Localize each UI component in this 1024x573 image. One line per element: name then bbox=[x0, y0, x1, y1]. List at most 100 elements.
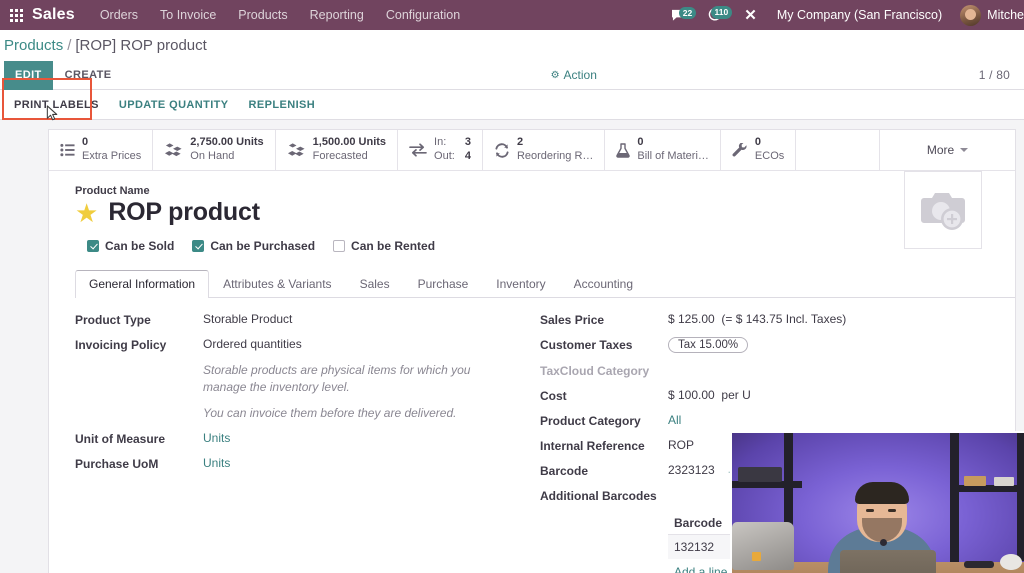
stat-label: ECOs bbox=[755, 150, 784, 162]
messages-button[interactable]: 22 bbox=[661, 9, 698, 22]
stat-value: 1,500.00 Units bbox=[313, 136, 386, 148]
field-value[interactable]: Ordered quantities bbox=[203, 337, 302, 351]
nav-item-configuration[interactable]: Configuration bbox=[375, 2, 471, 28]
field-taxcloud-category: TaxCloud Category bbox=[540, 363, 1015, 378]
nav-item-reporting[interactable]: Reporting bbox=[299, 2, 375, 28]
nav-item-to-invoice[interactable]: To Invoice bbox=[149, 2, 227, 28]
breadcrumb-current: [ROP] ROP product bbox=[75, 37, 206, 54]
checkbox-label: Can be Sold bbox=[105, 239, 174, 253]
stat-extra-prices[interactable]: 0 Extra Prices bbox=[49, 130, 153, 170]
tab-sales[interactable]: Sales bbox=[346, 270, 404, 297]
stat-value: 0 bbox=[82, 136, 88, 148]
stat-reordering-rules[interactable]: 2 Reordering R… bbox=[483, 130, 605, 170]
product-flags: Can be Sold Can be Purchased Can be Rent… bbox=[87, 239, 1015, 253]
checkbox-can-be-purchased[interactable]: Can be Purchased bbox=[192, 239, 315, 253]
field-label: Unit of Measure bbox=[75, 431, 203, 446]
nav-menu: Orders To Invoice Products Reporting Con… bbox=[89, 2, 471, 28]
stat-value: 2,750.00 Units bbox=[190, 136, 263, 148]
form-tabs: General Information Attributes & Variant… bbox=[75, 270, 1015, 298]
stat-label: Extra Prices bbox=[82, 150, 141, 162]
field-value[interactable]: Units bbox=[203, 456, 230, 470]
stat-in-value: 3 bbox=[465, 136, 471, 150]
navbar-right: 22 110 ✕ My Company (San Francisco) Mitc… bbox=[661, 5, 1024, 26]
tab-attributes-variants[interactable]: Attributes & Variants bbox=[209, 270, 346, 297]
stat-on-hand[interactable]: 2,750.00 Units On Hand bbox=[153, 130, 275, 170]
activities-button[interactable]: 110 bbox=[698, 8, 734, 22]
checkbox-can-be-sold[interactable]: Can be Sold bbox=[87, 239, 174, 253]
work-area: 0 Extra Prices 2,750.00 Uni bbox=[0, 120, 1024, 573]
tab-accounting[interactable]: Accounting bbox=[560, 270, 647, 297]
mouse-pointer-icon bbox=[46, 105, 60, 122]
breadcrumb-root[interactable]: Products bbox=[4, 37, 63, 54]
exchange-icon bbox=[409, 143, 427, 157]
record-pager[interactable]: 1 / 80 bbox=[979, 68, 1010, 82]
field-product-category: Product Category All bbox=[540, 413, 1015, 428]
field-invoicing-policy: Invoicing Policy Ordered quantities bbox=[75, 337, 532, 352]
checkbox-icon bbox=[192, 240, 204, 252]
field-sales-price: Sales Price $ 125.00 (= $ 143.75 Incl. T… bbox=[540, 312, 1015, 327]
stat-ecos[interactable]: 0 ECOs bbox=[721, 130, 796, 170]
product-name-label: Product Name bbox=[75, 185, 1015, 197]
tab-inventory[interactable]: Inventory bbox=[482, 270, 559, 297]
flask-icon bbox=[616, 143, 630, 158]
page-title: ROP product bbox=[108, 198, 260, 227]
stat-bill-of-materials[interactable]: 0 Bill of Materi… bbox=[605, 130, 721, 170]
nav-item-orders[interactable]: Orders bbox=[89, 2, 149, 28]
field-value[interactable]: ROP bbox=[668, 438, 694, 452]
top-navbar: Sales Orders To Invoice Products Reporti… bbox=[0, 0, 1024, 30]
replenish-button[interactable]: REPLENISH bbox=[239, 91, 326, 119]
boxes-icon bbox=[164, 142, 183, 158]
refresh-icon bbox=[494, 143, 510, 158]
form-column-left: Product Type Storable Product Invoicing … bbox=[49, 312, 532, 573]
update-quantity-button[interactable]: UPDATE QUANTITY bbox=[109, 91, 239, 119]
app-brand[interactable]: Sales bbox=[32, 6, 75, 24]
stat-label: Bill of Materi… bbox=[637, 150, 709, 162]
field-customer-taxes: Customer Taxes Tax 15.00% bbox=[540, 337, 1015, 353]
field-value[interactable]: All bbox=[668, 413, 681, 427]
tab-purchase[interactable]: Purchase bbox=[404, 270, 483, 297]
field-label: Invoicing Policy bbox=[75, 337, 203, 352]
breadcrumb: Products / [ROP] ROP product bbox=[0, 30, 1024, 61]
stat-label: On Hand bbox=[190, 150, 234, 162]
sales-price-value[interactable]: $ 125.00 bbox=[668, 312, 715, 326]
checkbox-can-be-rented[interactable]: Can be Rented bbox=[333, 239, 435, 253]
field-unit-of-measure: Unit of Measure Units bbox=[75, 431, 532, 446]
boxes-icon bbox=[287, 142, 306, 158]
camera-add-icon bbox=[917, 188, 969, 232]
user-name: Mitche bbox=[987, 8, 1024, 22]
product-image-upload[interactable] bbox=[904, 171, 982, 249]
checkbox-icon bbox=[87, 240, 99, 252]
cost-value[interactable]: $ 100.00 bbox=[668, 388, 715, 402]
field-value[interactable]: Units bbox=[203, 431, 230, 445]
stat-label: Reordering R… bbox=[517, 150, 593, 162]
field-label: Purchase UoM bbox=[75, 456, 203, 471]
edit-button[interactable]: EDIT bbox=[4, 61, 53, 90]
stat-out-label: Out: bbox=[434, 150, 455, 164]
stat-more-dropdown[interactable]: More bbox=[879, 130, 1015, 170]
field-label: Barcode bbox=[540, 463, 668, 478]
debug-close-icon[interactable]: ✕ bbox=[734, 6, 767, 24]
stat-forecasted[interactable]: 1,500.00 Units Forecasted bbox=[276, 130, 398, 170]
company-selector[interactable]: My Company (San Francisco) bbox=[767, 8, 952, 22]
sales-price-note: (= $ 143.75 Incl. Taxes) bbox=[721, 312, 846, 326]
field-purchase-uom: Purchase UoM Units bbox=[75, 456, 532, 471]
breadcrumb-separator: / bbox=[67, 37, 71, 54]
tax-badge[interactable]: Tax 15.00% bbox=[668, 337, 748, 353]
user-menu[interactable]: Mitche bbox=[952, 5, 1024, 26]
product-name-row: ★ ROP product bbox=[75, 198, 1015, 227]
messages-count: 22 bbox=[679, 7, 696, 20]
star-icon[interactable]: ★ bbox=[75, 200, 98, 226]
barcode-value[interactable]: 2323123 bbox=[668, 463, 715, 477]
checkbox-label: Can be Purchased bbox=[210, 239, 315, 253]
nav-item-products[interactable]: Products bbox=[227, 2, 298, 28]
action-menu[interactable]: ⚙ Action bbox=[551, 68, 597, 82]
list-icon bbox=[60, 143, 75, 157]
field-value[interactable]: Storable Product bbox=[203, 312, 292, 326]
apps-menu-icon[interactable] bbox=[0, 9, 26, 22]
product-title-block: Product Name ★ ROP product Can be Sold C… bbox=[49, 171, 1015, 253]
tab-general-information[interactable]: General Information bbox=[75, 270, 209, 298]
create-button[interactable]: CREATE bbox=[53, 63, 124, 87]
stat-in-out[interactable]: In: 3 Out: 4 bbox=[398, 130, 483, 170]
stat-more-label: More bbox=[927, 143, 954, 157]
stat-out-value: 4 bbox=[465, 150, 471, 164]
